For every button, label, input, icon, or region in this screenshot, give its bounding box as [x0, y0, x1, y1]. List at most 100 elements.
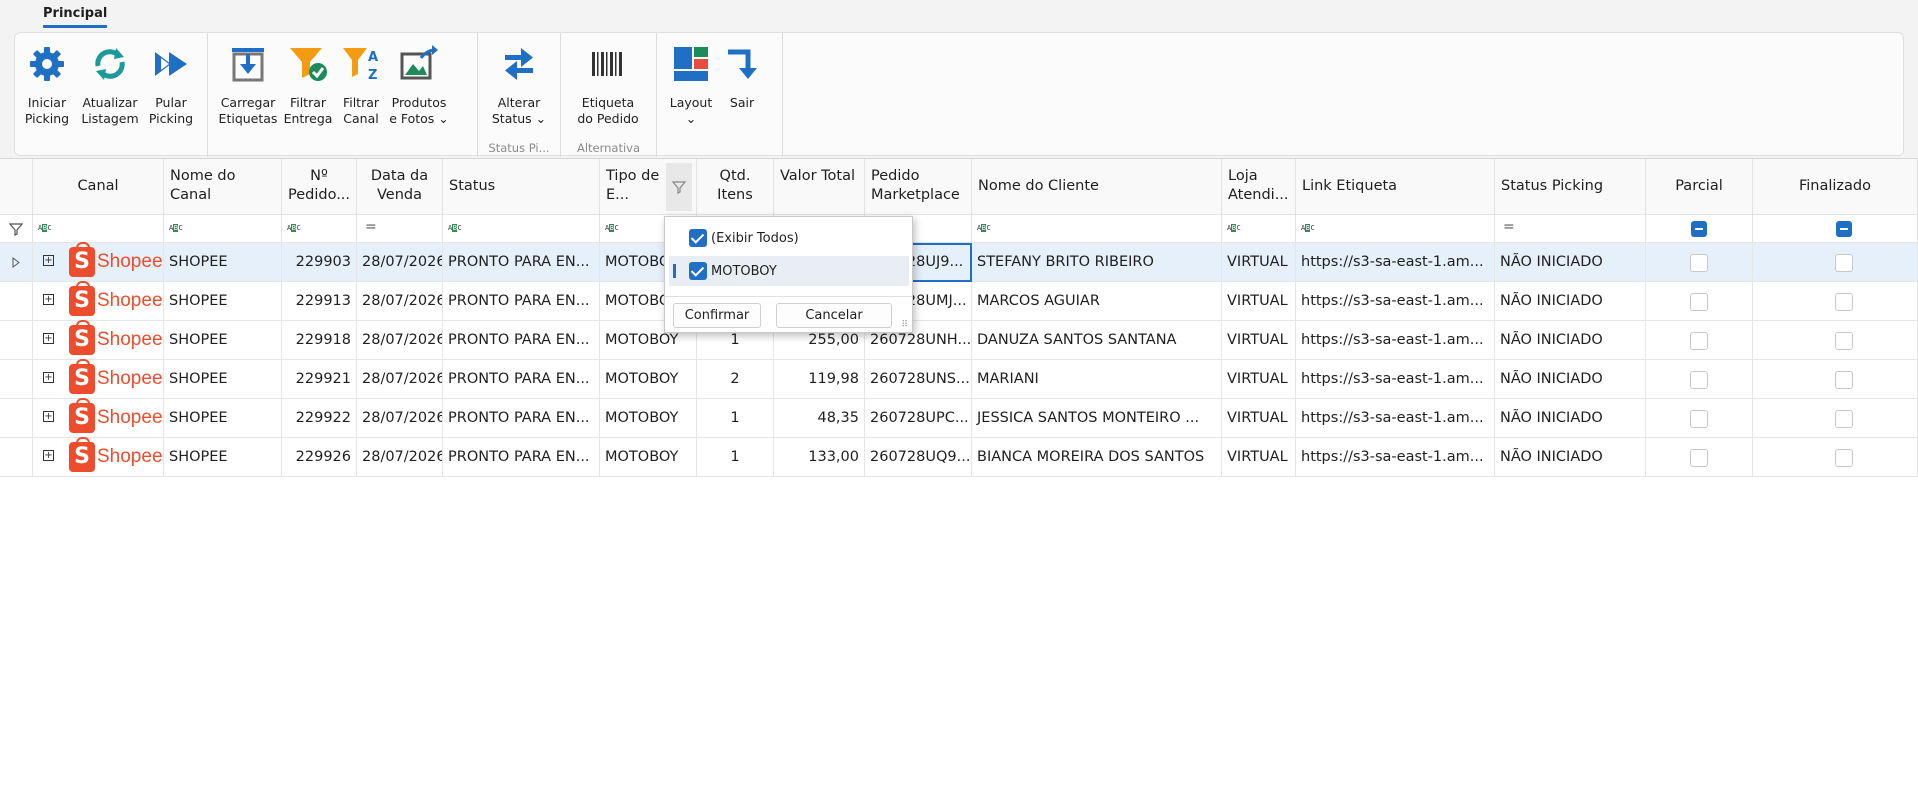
cell-status-picking[interactable]: NÃO INICIADO [1495, 360, 1646, 399]
cell-canal[interactable]: SHOPEE [164, 360, 282, 399]
iniciar-picking-button[interactable]: Iniciar Picking [23, 39, 71, 127]
cell-loja[interactable]: VIRTUAL [1222, 399, 1296, 438]
cell-status[interactable]: PRONTO PARA EN... [443, 438, 600, 477]
filter-data[interactable]: = [357, 215, 443, 243]
parcial-checkbox[interactable] [1690, 293, 1708, 311]
finalizado-checkbox[interactable] [1835, 410, 1853, 428]
filter-finalizado[interactable] [1753, 215, 1918, 243]
cell-qtd[interactable]: 1 [697, 399, 774, 438]
parcial-checkbox[interactable] [1690, 410, 1708, 428]
header-loja-atendimento[interactable]: Loja Atendi... [1222, 159, 1296, 215]
cell-data[interactable]: 28/07/2026 [357, 360, 443, 399]
column-filter-icon[interactable] [666, 163, 692, 211]
filter-link[interactable]: ABC [1296, 215, 1495, 243]
pular-picking-button[interactable]: Pular Picking [145, 39, 197, 127]
filter-nome-canal[interactable]: ABC [164, 215, 282, 243]
cell-data[interactable]: 28/07/2026 [357, 282, 443, 321]
cell-tipo[interactable]: MOTOBOY [600, 360, 697, 399]
carregar-etiquetas-button[interactable]: Carregar Etiquetas [218, 39, 278, 127]
parcial-checkbox[interactable] [1690, 371, 1708, 389]
filtrar-entrega-button[interactable]: Filtrar Entrega [282, 39, 334, 127]
cell-link[interactable]: https://s3-sa-east-1.am... [1296, 399, 1495, 438]
cell-status[interactable]: PRONTO PARA EN... [443, 399, 600, 438]
finalizado-checkbox[interactable] [1835, 293, 1853, 311]
table-row[interactable]: + S Shopee SHOPEE 229903 28/07/2026 PRONTO PAR… [0, 242, 1918, 282]
cell-valor[interactable]: 48,35 [774, 399, 865, 438]
resize-grip-icon[interactable]: ⠿ [901, 320, 908, 330]
table-row[interactable]: + S Shopee SHOPEE 229922 28/07/2026 PRONTO PAR… [0, 398, 1918, 438]
checkbox-checked-icon[interactable] [689, 262, 707, 280]
alterar-status-button[interactable]: Alterar Status ⌄ [488, 39, 550, 127]
table-row[interactable]: + S Shopee SHOPEE 229918 28/07/2026 PRONTO PAR… [0, 320, 1918, 360]
cell-loja[interactable]: VIRTUAL [1222, 360, 1296, 399]
finalizado-checkbox[interactable] [1835, 371, 1853, 389]
header-pedido-marketplace[interactable]: Pedido Marketplace [865, 159, 972, 215]
cell-status-picking[interactable]: NÃO INICIADO [1495, 438, 1646, 477]
cell-cliente[interactable]: JESSICA SANTOS MONTEIRO ... [972, 399, 1222, 438]
cell-canal[interactable]: SHOPEE [164, 438, 282, 477]
expand-row-icon[interactable]: + [43, 450, 54, 461]
cell-status[interactable]: PRONTO PARA EN... [443, 282, 600, 321]
cell-status[interactable]: PRONTO PARA EN... [443, 360, 600, 399]
layout-button[interactable]: Layout ⌄ [665, 39, 717, 127]
cell-pedido-mkt[interactable]: 260728UQ9... [865, 438, 972, 477]
table-row[interactable]: + S Shopee SHOPEE 229926 28/07/2026 PRONTO PAR… [0, 437, 1918, 477]
expand-row-icon[interactable]: + [43, 372, 54, 383]
cell-tipo[interactable]: MOTOBOY [600, 438, 697, 477]
cell-pedido-mkt[interactable]: 260728UPC... [865, 399, 972, 438]
cell-loja[interactable]: VIRTUAL [1222, 243, 1296, 282]
cell-canal[interactable]: SHOPEE [164, 399, 282, 438]
filter-canal[interactable]: ABC [33, 215, 164, 243]
cell-cliente[interactable]: BIANCA MOREIRA DOS SANTOS [972, 438, 1222, 477]
filter-status-picking[interactable]: = [1495, 215, 1646, 243]
cell-status[interactable]: PRONTO PARA EN... [443, 321, 600, 360]
cell-cliente[interactable]: MARIANI [972, 360, 1222, 399]
filter-status[interactable]: ABC [443, 215, 600, 243]
cell-canal[interactable]: SHOPEE [164, 321, 282, 360]
expand-row-icon[interactable]: + [43, 255, 54, 266]
cell-status-picking[interactable]: NÃO INICIADO [1495, 282, 1646, 321]
expand-row-icon[interactable]: + [43, 294, 54, 305]
cell-pedido[interactable]: 229922 [282, 399, 357, 438]
cell-cliente[interactable]: STEFANY BRITO RIBEIRO [972, 243, 1222, 282]
cell-link[interactable]: https://s3-sa-east-1.am... [1296, 438, 1495, 477]
header-canal[interactable]: Canal [33, 159, 164, 215]
filter-cliente[interactable]: ABC [972, 215, 1222, 243]
cell-valor[interactable]: 133,00 [774, 438, 865, 477]
header-pedido[interactable]: Nº Pedido... [282, 159, 357, 215]
produtos-fotos-button[interactable]: Produtos e Fotos ⌄ [388, 39, 450, 127]
cell-loja[interactable]: VIRTUAL [1222, 438, 1296, 477]
cell-pedido-mkt[interactable]: 260728UNS... [865, 360, 972, 399]
header-status[interactable]: Status [443, 159, 600, 215]
filter-pedido[interactable]: ABC [282, 215, 357, 243]
cell-link[interactable]: https://s3-sa-east-1.am... [1296, 321, 1495, 360]
checkbox-checked-icon[interactable] [689, 229, 707, 247]
confirm-button[interactable]: Confirmar [673, 303, 761, 328]
header-parcial[interactable]: Parcial [1646, 159, 1753, 215]
indeterminate-checkbox[interactable] [1691, 221, 1707, 237]
cell-data[interactable]: 28/07/2026 [357, 399, 443, 438]
cell-link[interactable]: https://s3-sa-east-1.am... [1296, 282, 1495, 321]
cell-cliente[interactable]: MARCOS AGUIAR [972, 282, 1222, 321]
cell-data[interactable]: 28/07/2026 [357, 438, 443, 477]
cell-status[interactable]: PRONTO PARA EN... [443, 243, 600, 282]
cell-pedido[interactable]: 229918 [282, 321, 357, 360]
sair-button[interactable]: Sair [721, 39, 763, 111]
cell-link[interactable]: https://s3-sa-east-1.am... [1296, 243, 1495, 282]
cell-pedido[interactable]: 229921 [282, 360, 357, 399]
expand-row-icon[interactable]: + [43, 333, 54, 344]
cell-loja[interactable]: VIRTUAL [1222, 321, 1296, 360]
header-qtd-itens[interactable]: Qtd. Itens [697, 159, 774, 215]
cell-pedido[interactable]: 229926 [282, 438, 357, 477]
header-data-venda[interactable]: Data da Venda [357, 159, 443, 215]
cell-pedido[interactable]: 229903 [282, 243, 357, 282]
expand-row-icon[interactable]: + [43, 411, 54, 422]
filtrar-canal-button[interactable]: AZ Filtrar Canal [338, 39, 384, 127]
parcial-checkbox[interactable] [1690, 254, 1708, 272]
etiqueta-pedido-button[interactable]: Etiqueta do Pedido [575, 39, 641, 127]
finalizado-checkbox[interactable] [1835, 332, 1853, 350]
cell-status-picking[interactable]: NÃO INICIADO [1495, 243, 1646, 282]
cell-canal[interactable]: SHOPEE [164, 282, 282, 321]
cell-loja[interactable]: VIRTUAL [1222, 282, 1296, 321]
cell-status-picking[interactable]: NÃO INICIADO [1495, 321, 1646, 360]
